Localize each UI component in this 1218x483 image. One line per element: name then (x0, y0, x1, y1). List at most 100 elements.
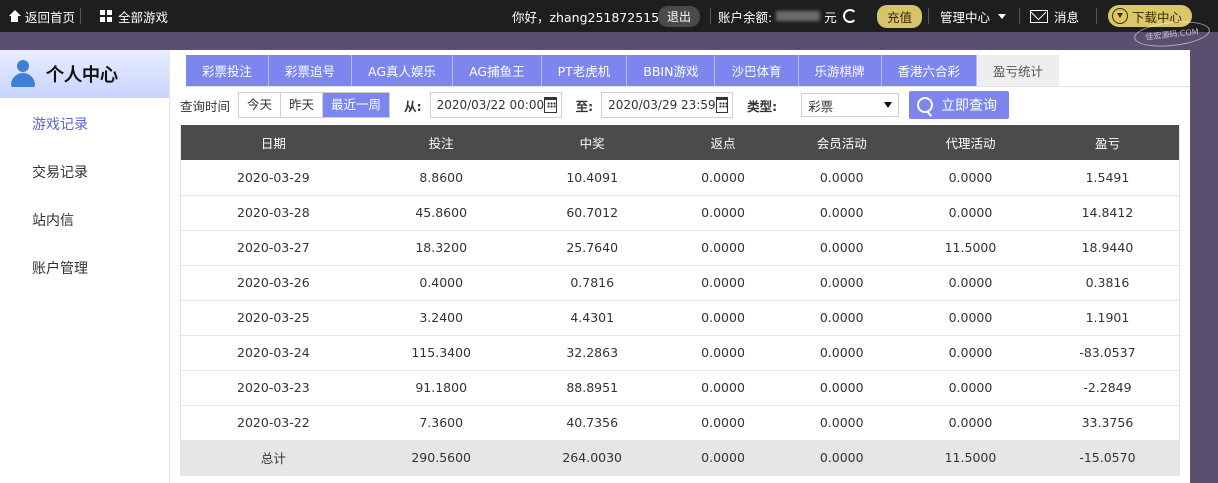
table-row: 2020-03-22 7.3600 40.7356 0.0000 0.0000 0.000… (179, 405, 1180, 441)
table-cell: 0.0000 (778, 160, 906, 196)
type-select[interactable]: 彩票 (801, 93, 900, 117)
manage-center-menu[interactable]: 管理中心 (940, 0, 1007, 32)
manage-center-label: 管理中心 (940, 9, 991, 25)
table-cell: 14.8412 (1035, 195, 1180, 231)
greeting-text: 你好，zhang251872515 (512, 9, 660, 25)
table-header-row: 日期 投注 中奖 返点 会员活动 代理活动 盈亏 (179, 125, 1180, 160)
query-button[interactable]: 立即查询 (909, 91, 1010, 119)
messages-label: 消息 (1054, 9, 1080, 25)
query-button-label: 立即查询 (941, 98, 998, 114)
table-cell: 0.0000 (667, 335, 779, 371)
table-cell: 2020-03-27 (179, 230, 366, 266)
home-link[interactable]: 返回首页 (8, 0, 75, 32)
sidebar: 个人中心 游戏记录 交易记录 站内信 账户管理 (0, 50, 170, 483)
table-cell: 0.0000 (667, 300, 779, 336)
table-row: 2020-03-25 3.2400 4.4301 0.0000 0.0000 0.0000… (179, 300, 1180, 336)
table-row: 2020-03-27 18.3200 25.7640 0.0000 0.0000 11.5… (179, 230, 1180, 266)
tab-bbin[interactable]: BBIN游戏 (627, 55, 716, 86)
table-cell: -2.2849 (1035, 370, 1180, 406)
calendar-icon[interactable] (544, 97, 557, 113)
table-cell: 0.0000 (667, 160, 779, 196)
start-date-input[interactable]: 2020/03/22 00:00 (429, 92, 562, 118)
tab-pt-slots[interactable]: PT老虎机 (541, 55, 628, 86)
tab-lottery-chase[interactable]: 彩票追号 (269, 55, 353, 86)
messages-link[interactable]: 消息 (1030, 0, 1079, 32)
table-cell: 0.0000 (905, 265, 1036, 301)
table-cell: 0.0000 (778, 265, 906, 301)
total-cell: 0.0000 (778, 440, 906, 476)
table-cell: 8.8600 (365, 160, 517, 196)
tab-leyou-cards[interactable]: 乐游棋牌 (798, 55, 882, 86)
column-header: 中奖 (516, 125, 668, 160)
tab-divider (186, 86, 1190, 87)
table-cell: 4.4301 (516, 300, 668, 336)
table-total-row: 总计 290.5600 264.0030 0.0000 0.0000 11.5000 -15… (179, 440, 1180, 476)
grid-icon (100, 9, 113, 23)
user-icon (10, 60, 36, 88)
main-panel: 彩票投注 彩票追号 AG真人娱乐 AG捕鱼王 PT老虎机 BBIN游戏 沙巴体育… (170, 50, 1190, 483)
tab-hk-lottery[interactable]: 香港六合彩 (881, 55, 978, 86)
yesterday-button[interactable]: 昨天 (281, 93, 324, 117)
table-cell: 3.2400 (365, 300, 517, 336)
last-week-button[interactable]: 最近一周 (323, 93, 390, 117)
total-cell: 总计 (179, 440, 366, 476)
divider (1019, 8, 1020, 24)
table-cell: 0.0000 (905, 195, 1036, 231)
recharge-button[interactable]: 充值 (877, 4, 923, 28)
table-cell: 33.3756 (1035, 405, 1180, 441)
tab-bar: 彩票投注 彩票追号 AG真人娱乐 AG捕鱼王 PT老虎机 BBIN游戏 沙巴体育… (186, 55, 1060, 86)
tab-ag-live[interactable]: AG真人娱乐 (352, 55, 454, 86)
calendar-icon[interactable] (715, 97, 729, 113)
sidebar-item-inbox[interactable]: 站内信 (0, 196, 169, 244)
sidebar-item-game-records[interactable]: 游戏记录 (0, 100, 169, 148)
table-cell: 40.7356 (516, 405, 668, 441)
column-header: 会员活动 (778, 125, 906, 160)
table-row: 2020-03-26 0.4000 0.7816 0.0000 0.0000 0.0000… (179, 265, 1180, 301)
divider (928, 8, 929, 24)
table-cell: 115.3400 (365, 335, 517, 371)
table-cell: 0.7816 (516, 265, 668, 301)
sidebar-item-account[interactable]: 账户管理 (0, 244, 169, 292)
type-select-value: 彩票 (808, 98, 834, 114)
dropdown-arrow-icon (884, 102, 893, 108)
home-link-label: 返回首页 (25, 9, 76, 25)
table-cell: 2020-03-29 (179, 160, 366, 196)
divider (1096, 8, 1097, 24)
search-icon (917, 97, 934, 113)
all-games-link[interactable]: 全部游戏 (100, 0, 168, 32)
download-icon (1112, 8, 1128, 24)
table-cell: 0.0000 (667, 265, 779, 301)
column-header: 投注 (365, 125, 517, 160)
end-date-input[interactable]: 2020/03/29 23:59 (601, 92, 734, 118)
column-header: 盈亏 (1035, 125, 1180, 160)
tab-profit-stats[interactable]: 盈亏统计 (977, 55, 1060, 86)
sidebar-item-transactions[interactable]: 交易记录 (0, 148, 169, 196)
tab-ag-fishing[interactable]: AG捕鱼王 (453, 55, 542, 86)
tab-saba-sports[interactable]: 沙巴体育 (715, 55, 799, 86)
table-cell: 0.0000 (778, 335, 906, 371)
chevron-down-icon (998, 13, 1007, 19)
table-row: 2020-03-28 45.8600 60.7012 0.0000 0.0000 0.00… (179, 195, 1180, 231)
table-cell: 0.0000 (667, 370, 779, 406)
table-cell: 11.5000 (905, 230, 1036, 266)
tab-lottery-bets[interactable]: 彩票投注 (186, 55, 270, 86)
sidebar-title: 个人中心 (46, 65, 118, 86)
start-date-value: 2020/03/22 00:00 (436, 98, 545, 112)
table-cell: 0.4000 (365, 265, 517, 301)
total-cell: -15.0570 (1035, 440, 1180, 476)
table-cell: 1.5491 (1035, 160, 1180, 196)
table-cell: 1.1901 (1035, 300, 1180, 336)
balance-area: 账户余额: 元 (718, 0, 863, 32)
table-cell: 91.1800 (365, 370, 517, 406)
column-header: 日期 (179, 125, 366, 160)
divider (710, 8, 711, 24)
table-cell: 32.2863 (516, 335, 668, 371)
logout-button[interactable]: 退出 (658, 5, 701, 27)
table-cell: 45.8600 (365, 195, 517, 231)
table-cell: 18.3200 (365, 230, 517, 266)
today-button[interactable]: 今天 (239, 93, 282, 117)
refresh-icon[interactable] (842, 9, 857, 23)
column-header: 返点 (667, 125, 779, 160)
table-cell: 60.7012 (516, 195, 668, 231)
table-cell: 0.0000 (778, 195, 906, 231)
